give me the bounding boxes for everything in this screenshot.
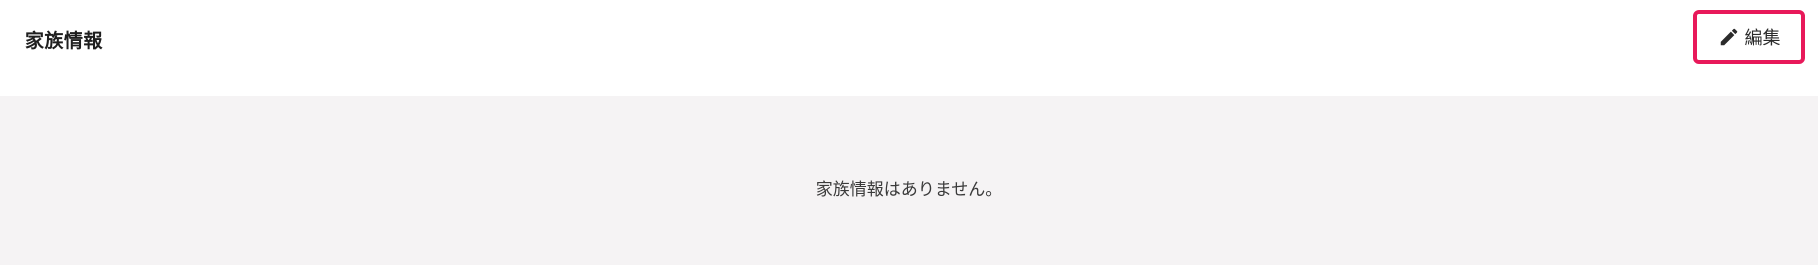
pencil-icon	[1718, 26, 1740, 48]
edit-button[interactable]: 編集	[1693, 10, 1805, 64]
empty-state-panel: 家族情報はありません。	[0, 96, 1818, 265]
family-info-section: 家族情報 編集 家族情報はありません。	[0, 0, 1818, 265]
section-title: 家族情報	[25, 30, 104, 52]
edit-button-label: 編集	[1744, 28, 1781, 49]
section-header: 家族情報 編集	[0, 0, 1818, 96]
empty-state-message: 家族情報はありません。	[815, 180, 1003, 200]
